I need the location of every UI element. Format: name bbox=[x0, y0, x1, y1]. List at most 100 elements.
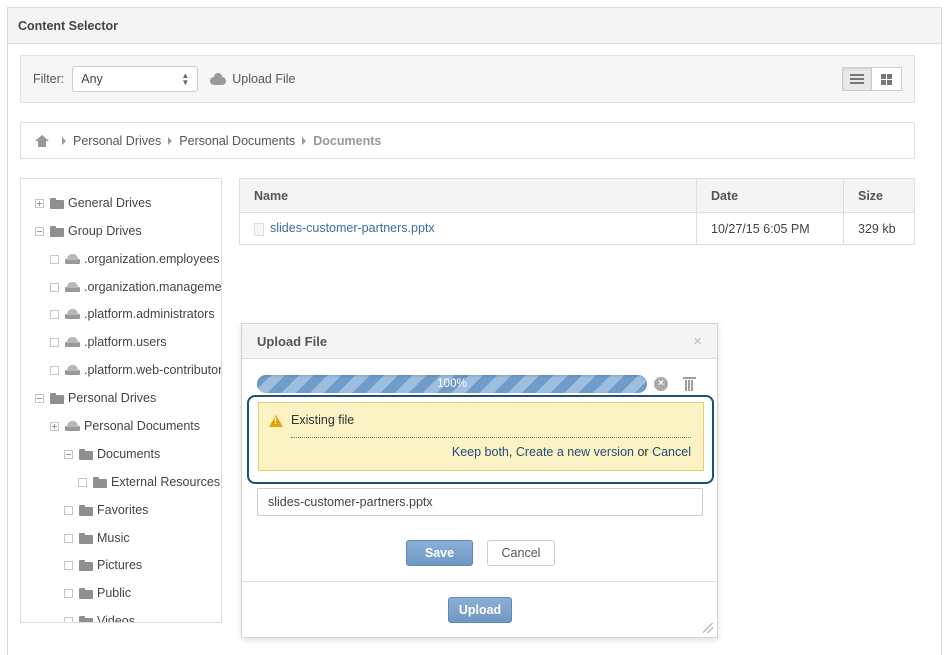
collapse-icon[interactable] bbox=[35, 226, 44, 236]
filter-label: Filter: bbox=[33, 72, 65, 86]
tree-item-label: Documents bbox=[97, 447, 161, 461]
cancel-link[interactable]: Cancel bbox=[652, 445, 691, 459]
create-new-version-link[interactable]: Create a new version bbox=[516, 445, 634, 459]
tree-item-group-drives[interactable]: Group Drives bbox=[35, 221, 142, 241]
breadcrumb-item[interactable]: Personal Drives bbox=[73, 134, 161, 148]
upload-file-label: Upload File bbox=[232, 72, 296, 86]
tree-item-label: Pictures bbox=[97, 558, 143, 572]
column-header-size[interactable]: Size bbox=[843, 178, 915, 213]
expand-icon[interactable] bbox=[35, 198, 44, 208]
tree-item-platform-users[interactable]: .platform.users bbox=[50, 332, 167, 352]
breadcrumb-item[interactable]: Personal Documents bbox=[179, 134, 295, 148]
warning-actions: Keep both, Create a new version or Cance… bbox=[452, 445, 691, 459]
file-table: Name Date Size slides-customer-partners.… bbox=[239, 178, 915, 245]
expand-icon[interactable] bbox=[50, 421, 59, 431]
warning-divider bbox=[291, 437, 691, 438]
progress-fill: 100% bbox=[437, 378, 467, 390]
filter-bar: Filter: Any ▲ ▼ Upload File bbox=[20, 55, 915, 103]
leaf-box-icon bbox=[64, 588, 73, 598]
folder-icon bbox=[50, 225, 64, 237]
tree-item-favorites[interactable]: Favorites bbox=[64, 500, 148, 520]
leaf-box-icon bbox=[50, 254, 59, 264]
close-icon[interactable]: × bbox=[693, 333, 702, 350]
trash-icon[interactable] bbox=[683, 376, 696, 391]
upload-file-link[interactable]: Upload File bbox=[210, 72, 295, 86]
tree-item-label: Music bbox=[97, 531, 130, 545]
collapse-icon[interactable] bbox=[64, 449, 73, 459]
tree-item-platform-administrators[interactable]: .platform.administrators bbox=[50, 304, 215, 324]
dialog-header: Upload File × bbox=[242, 324, 717, 359]
table-row[interactable]: slides-customer-partners.pptx 10/27/15 6… bbox=[239, 212, 915, 245]
folder-icon bbox=[79, 615, 93, 622]
home-icon[interactable] bbox=[35, 134, 49, 147]
tree-item-label: Favorites bbox=[97, 503, 149, 517]
folder-icon bbox=[79, 504, 93, 516]
resize-handle-icon[interactable] bbox=[703, 623, 713, 633]
tree-item-documents[interactable]: Documents bbox=[64, 444, 160, 464]
upload-progress-bar: 100% bbox=[257, 375, 647, 393]
folder-icon bbox=[79, 532, 93, 544]
leaf-box-icon bbox=[64, 533, 73, 543]
caret-right-icon bbox=[168, 136, 173, 145]
caret-right-icon bbox=[302, 136, 307, 145]
window-title: Content Selector bbox=[8, 8, 941, 44]
leaf-box-icon bbox=[50, 365, 59, 375]
table-header-row: Name Date Size bbox=[239, 178, 915, 213]
grid-icon bbox=[881, 73, 892, 85]
tree-item-label: Personal Documents bbox=[84, 419, 201, 433]
leaf-box-icon bbox=[50, 309, 59, 319]
list-view-button[interactable] bbox=[842, 67, 872, 91]
tree-item-public[interactable]: Public bbox=[64, 583, 131, 603]
folder-icon bbox=[79, 587, 93, 599]
grid-view-button[interactable] bbox=[872, 67, 902, 91]
tree-item-personal-drives[interactable]: Personal Drives bbox=[35, 388, 156, 408]
tree-item-external-resources[interactable]: External Resources bbox=[78, 472, 220, 492]
tree-item-pictures[interactable]: Pictures bbox=[64, 555, 142, 575]
keep-both-link[interactable]: Keep both bbox=[452, 445, 509, 459]
column-header-date[interactable]: Date bbox=[696, 178, 844, 213]
leaf-box-icon bbox=[78, 477, 87, 487]
tree-item-platform-web-contributors[interactable]: .platform.web-contributors bbox=[50, 360, 221, 380]
drive-icon bbox=[65, 309, 80, 319]
column-header-name[interactable]: Name bbox=[239, 178, 697, 213]
tree-item-general-drives[interactable]: General Drives bbox=[35, 193, 151, 213]
comma-separator: , bbox=[508, 445, 513, 459]
dialog-footer: Upload bbox=[242, 581, 717, 637]
leaf-box-icon bbox=[64, 505, 73, 515]
filter-select[interactable]: Any ▲ ▼ bbox=[72, 66, 199, 92]
tree-item-organization-employees[interactable]: .organization.employees bbox=[50, 249, 220, 269]
upload-file-dialog: Upload File × 100% × Existing file Keep … bbox=[241, 323, 718, 638]
cancel-upload-icon[interactable]: × bbox=[654, 377, 668, 391]
tree-item-label: General Drives bbox=[68, 196, 152, 210]
tree-item-organization-management[interactable]: .organization.management bbox=[50, 277, 221, 297]
tree-item-label: .organization.employees bbox=[84, 252, 220, 266]
dialog-title: Upload File bbox=[257, 333, 328, 349]
collapse-icon[interactable] bbox=[35, 393, 44, 403]
folder-tree: General Drives Group Drives .organizatio… bbox=[20, 178, 222, 623]
tree-item-label: Public bbox=[97, 586, 132, 600]
file-name-cell[interactable]: slides-customer-partners.pptx bbox=[239, 212, 697, 245]
leaf-box-icon bbox=[64, 560, 73, 570]
caret-right-icon bbox=[62, 136, 66, 145]
file-date-cell: 10/27/15 6:05 PM bbox=[696, 212, 844, 245]
file-name-link[interactable]: slides-customer-partners.pptx bbox=[270, 221, 435, 235]
filter-select-value: Any bbox=[81, 72, 103, 86]
tree-item-label: Personal Drives bbox=[68, 391, 157, 405]
tree-item-label: Videos bbox=[97, 614, 135, 623]
tree-item-label: Group Drives bbox=[68, 224, 142, 238]
tree-item-videos[interactable]: Videos bbox=[64, 611, 135, 623]
save-button[interactable]: Save bbox=[406, 540, 473, 566]
tree-item-personal-documents[interactable]: Personal Documents bbox=[50, 416, 200, 436]
cancel-button[interactable]: Cancel bbox=[487, 540, 555, 566]
file-icon bbox=[254, 222, 264, 236]
tree-item-label: External Resources bbox=[111, 475, 221, 489]
drive-icon bbox=[65, 282, 80, 292]
filename-input[interactable]: slides-customer-partners.pptx bbox=[257, 488, 703, 516]
upload-button[interactable]: Upload bbox=[448, 597, 512, 623]
tree-item-music[interactable]: Music bbox=[64, 528, 130, 548]
folder-icon bbox=[50, 197, 64, 209]
breadcrumb-current: Documents bbox=[313, 133, 382, 148]
or-separator: or bbox=[637, 445, 649, 459]
warning-title: Existing file bbox=[291, 413, 355, 427]
select-arrows-icon: ▲ ▼ bbox=[181, 71, 190, 87]
